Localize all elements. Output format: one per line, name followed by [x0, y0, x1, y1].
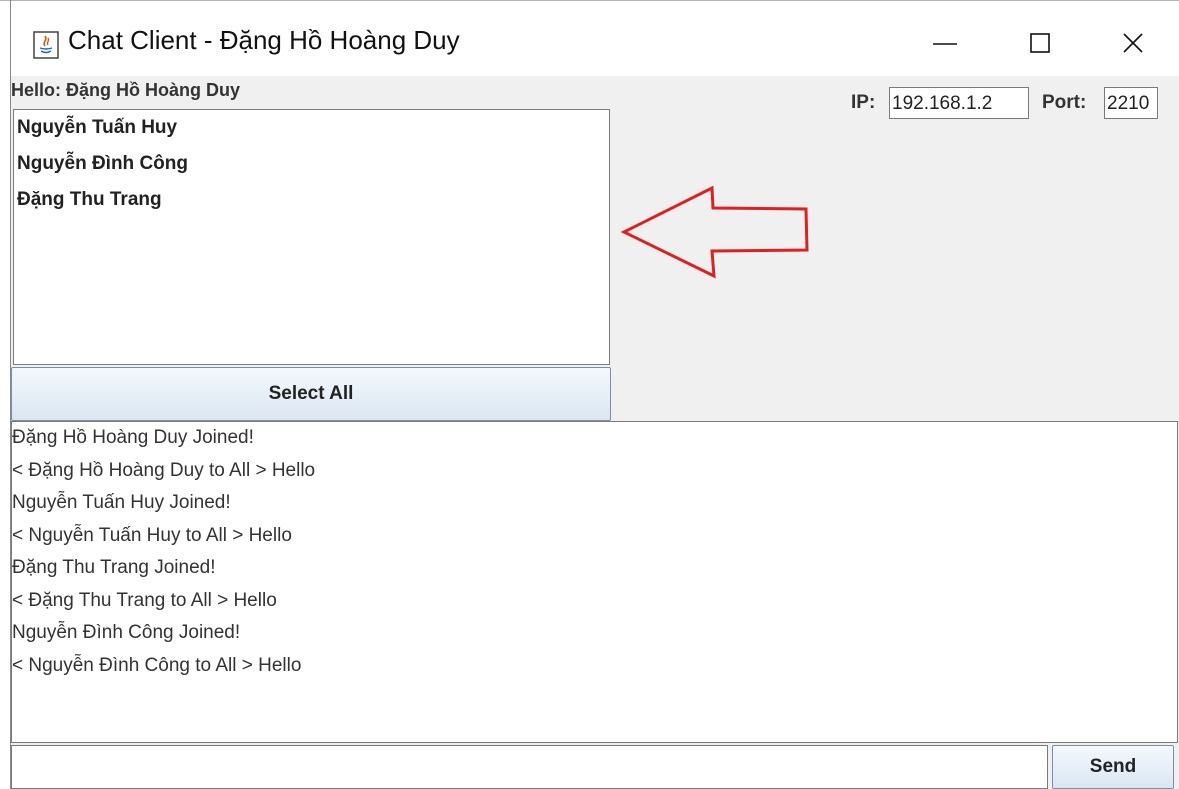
port-field[interactable]: 2210: [1104, 87, 1158, 119]
chat-line: Nguyễn Đình Công Joined!: [12, 622, 241, 643]
chat-line: Đặng Thu Trang Joined!: [12, 557, 216, 578]
chat-line: Nguyễn Tuấn Huy Joined!: [12, 492, 231, 513]
arrow-left-icon: [620, 185, 809, 279]
select-all-button[interactable]: Select All: [11, 367, 611, 421]
maximize-button[interactable]: [1000, 15, 1080, 71]
chat-line: < Nguyễn Tuấn Huy to All > Hello: [12, 524, 292, 546]
chat-line: < Nguyễn Đình Công to All > Hello: [12, 654, 302, 676]
title-bar: Chat Client - Đặng Hồ Hoàng Duy: [0, 0, 1179, 77]
chat-line: Đặng Hồ Hoàng Duy Joined!: [12, 427, 254, 448]
message-input[interactable]: [11, 745, 1048, 789]
chat-client-window: Chat Client - Đặng Hồ Hoàng Duy Hello: Đ…: [0, 0, 1179, 789]
user-list-item[interactable]: Đặng Thu Trang: [14, 182, 609, 218]
main-content: Hello: Đặng Hồ Hoàng Duy Nguyễn Tuấn Huy…: [11, 76, 1179, 789]
window-title: Chat Client - Đặng Hồ Hoàng Duy: [68, 25, 460, 55]
send-button[interactable]: Send: [1052, 745, 1174, 789]
chat-line: < Đặng Hồ Hoàng Duy to All > Hello: [12, 459, 316, 481]
user-list[interactable]: Nguyễn Tuấn Huy Nguyễn Đình Công Đặng Th…: [13, 109, 610, 365]
maximize-icon: [1030, 33, 1050, 53]
port-label: Port:: [1042, 92, 1087, 113]
minimize-icon: [933, 43, 957, 45]
chat-line: < Đặng Thu Trang to All > Hello: [12, 589, 277, 611]
close-button[interactable]: [1093, 15, 1173, 71]
close-icon: [1123, 33, 1143, 53]
user-list-item[interactable]: Nguyễn Tuấn Huy: [14, 110, 609, 146]
ip-field[interactable]: 192.168.1.2: [889, 87, 1029, 119]
user-list-item[interactable]: Nguyễn Đình Công: [14, 146, 609, 182]
ip-label: IP:: [851, 92, 876, 113]
java-app-icon: [33, 31, 59, 59]
chat-log[interactable]: Đặng Hồ Hoàng Duy Joined! < Đặng Hồ Hoàn…: [11, 421, 1178, 743]
hello-label: Hello: Đặng Hồ Hoàng Duy: [11, 80, 240, 100]
minimize-button[interactable]: [905, 15, 985, 71]
